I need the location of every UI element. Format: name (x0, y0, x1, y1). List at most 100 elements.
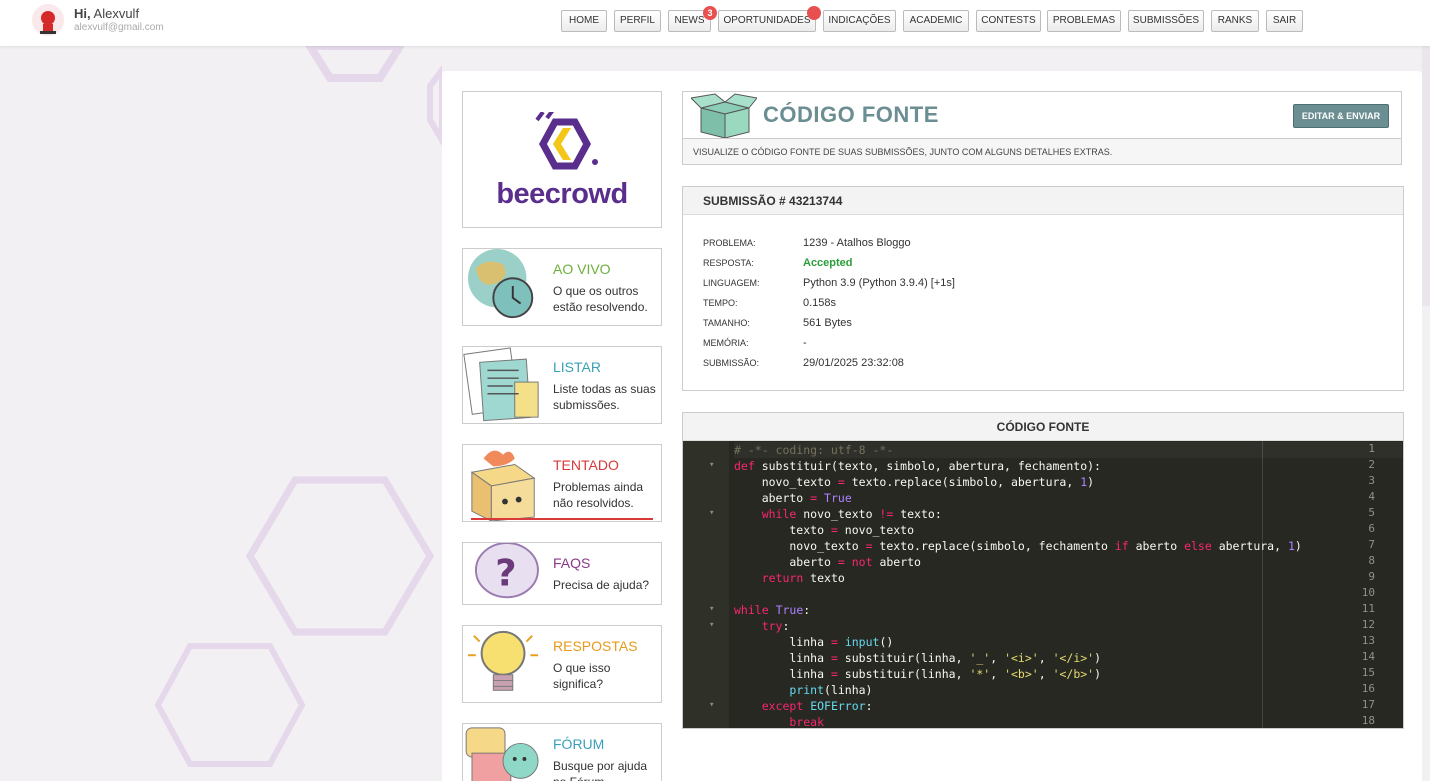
card-ao-vivo[interactable]: AO VIVO O que os outros estão resolvendo… (462, 248, 662, 326)
code-line[interactable]: try: (734, 618, 790, 634)
nav-contests[interactable]: CONTESTS (976, 10, 1041, 32)
card-listar[interactable]: LISTAR Liste todas as suas submissões. (462, 346, 662, 424)
code-title: CÓDIGO FONTE (683, 413, 1403, 441)
detail-value-submissao: 29/01/2025 23:32:08 (803, 357, 904, 369)
submission-title: SUBMISSÃO # 43213744 (683, 187, 1403, 215)
burning-box-icon (470, 450, 536, 521)
svg-text:?: ? (495, 552, 516, 595)
code-line[interactable]: aberto = True (734, 490, 852, 506)
user-avatar-icon (40, 11, 56, 34)
code-line[interactable]: def substituir(texto, simbolo, abertura,… (734, 458, 1101, 474)
line-number: 7 (1368, 538, 1375, 551)
line-number: 8 (1368, 554, 1375, 567)
code-line[interactable]: linha = substituir(linha, '*', '<b>', '<… (734, 666, 1101, 682)
card-respostas[interactable]: RESPOSTAS O que isso significa? (462, 625, 662, 703)
detail-value-problema[interactable]: 1239 - Atalhos Bloggo (803, 233, 1203, 253)
code-line[interactable]: while True: (734, 602, 810, 618)
code-line[interactable]: print(linha) (734, 682, 872, 698)
card-title: RESPOSTAS (553, 638, 638, 654)
fold-toggle-icon[interactable]: ▾ (709, 460, 714, 470)
code-line[interactable]: novo_texto = texto.replace(simbolo, aber… (734, 474, 1094, 490)
submission-details: SUBMISSÃO # 43213744 PROBLEMA: 1239 - At… (682, 186, 1404, 391)
edit-and-submit-button[interactable]: EDITAR & ENVIAR (1293, 104, 1389, 128)
nav-submissoes[interactable]: SUBMISSÕES (1128, 10, 1204, 32)
page-subtitle: VISUALIZE O CÓDIGO FONTE DE SUAS SUBMISS… (683, 138, 1401, 164)
card-description: Problemas ainda não resolvidos. (553, 480, 644, 510)
top-bar: Hi, Alexvulf alexvulf@gmail.com HOME PER… (0, 0, 1430, 46)
code-editor[interactable]: CÓDIGO FONTE 1 # -*- coding: utf-8 -*- 2 ▾ d… (682, 412, 1404, 729)
greeting: Hi, Alexvulf (74, 6, 139, 21)
oportunidades-notification-dot (807, 6, 821, 20)
fold-toggle-icon[interactable]: ▾ (709, 700, 714, 710)
nav-academic[interactable]: ACADEMIC (903, 10, 969, 32)
card-description: Busque por ajuda no Fórum. (553, 759, 648, 781)
nav-home[interactable]: HOME (561, 10, 607, 32)
detail-key: SUBMISSÃO: (703, 358, 760, 368)
detail-key: TEMPO: (703, 298, 738, 308)
globe-clock-icon (467, 249, 534, 319)
nav-sair[interactable]: SAIR (1266, 10, 1303, 32)
card-forum[interactable]: FÓRUM Busque por ajuda no Fórum. (462, 723, 662, 781)
line-number: 18 (1361, 714, 1375, 727)
line-number: 16 (1361, 682, 1375, 695)
user-email: alexvulf@gmail.com (74, 22, 164, 33)
line-gutter (683, 441, 729, 728)
line-number: 13 (1361, 634, 1375, 647)
fold-toggle-icon[interactable]: ▾ (709, 604, 714, 614)
code-line[interactable]: texto = novo_texto (734, 522, 914, 538)
code-line[interactable]: except EOFError: (734, 698, 873, 714)
nav-indicacoes[interactable]: INDICAÇÕES (823, 10, 896, 32)
beecrowd-logo-icon (535, 112, 598, 170)
code-line[interactable]: break (734, 714, 824, 730)
background-hexagon-right (1422, 46, 1430, 306)
card-description: O que os outros estão resolvendo. (553, 284, 648, 314)
nav-perfil[interactable]: PERFIL (614, 10, 661, 32)
card-faqs[interactable]: ? FAQS Precisa de ajuda? (462, 542, 662, 605)
card-title: AO VIVO (553, 261, 611, 277)
card-title: TENTADO (553, 457, 619, 473)
card-title: FAQS (553, 555, 591, 571)
detail-key: MEMÓRIA: (703, 338, 749, 348)
detail-key: RESPOSTA: (703, 258, 754, 268)
nav-problemas[interactable]: PROBLEMAS (1047, 10, 1121, 32)
detail-value-memoria: - (803, 337, 807, 349)
line-number: 17 (1361, 698, 1375, 711)
code-line[interactable]: aberto = not aberto (734, 554, 921, 570)
logo-text: beecrowd (496, 178, 628, 210)
fold-toggle-icon[interactable]: ▾ (709, 620, 714, 630)
code-line[interactable]: linha = input() (734, 634, 893, 650)
line-number: 15 (1361, 666, 1375, 679)
greeting-prefix: Hi, (74, 6, 91, 21)
detail-key: PROBLEMA: (703, 238, 756, 248)
card-title: FÓRUM (553, 736, 605, 752)
nav-ranks[interactable]: RANKS (1211, 10, 1259, 32)
line-number: 9 (1368, 570, 1375, 583)
code-line[interactable]: novo_texto = texto.replace(simbolo, fech… (734, 538, 1301, 554)
detail-value-tempo: 0.158s (803, 297, 837, 309)
open-box-icon (691, 93, 757, 138)
line-number: 4 (1368, 490, 1375, 503)
code-line[interactable]: linha = substituir(linha, '_', '<i>', '<… (734, 650, 1101, 666)
print-margin (1262, 441, 1263, 728)
avatar[interactable] (32, 4, 64, 36)
card-description: Liste todas as suas submissões. (553, 382, 656, 412)
page-header: CÓDIGO FONTE EDITAR & ENVIAR VISUALIZE O… (682, 91, 1402, 165)
code-line[interactable]: # -*- coding: utf-8 -*- (734, 442, 1402, 458)
background-hexagons (154, 42, 442, 767)
code-line[interactable]: return texto (734, 570, 845, 586)
card-title: LISTAR (553, 359, 601, 375)
forum-icon (465, 727, 539, 781)
logo-box[interactable]: beecrowd (462, 91, 662, 228)
line-number: 14 (1361, 650, 1375, 663)
nav-oportunidades[interactable]: OPORTUNIDADES (718, 10, 816, 32)
line-number: 10 (1361, 586, 1375, 599)
user-name: Alexvulf (93, 6, 140, 21)
code-line[interactable]: while novo_texto != texto: (734, 506, 942, 522)
detail-key: LINGUAGEM: (703, 278, 760, 288)
code-line[interactable] (734, 586, 741, 602)
detail-value-resposta: Accepted (803, 257, 853, 269)
card-description: O que isso significa? (553, 661, 611, 691)
fold-toggle-icon[interactable]: ▾ (709, 508, 714, 518)
detail-value-linguagem: Python 3.9 (Python 3.9.4) [+1s] (803, 277, 955, 289)
card-tentado[interactable]: TENTADO Problemas ainda não resolvidos. (462, 444, 662, 522)
